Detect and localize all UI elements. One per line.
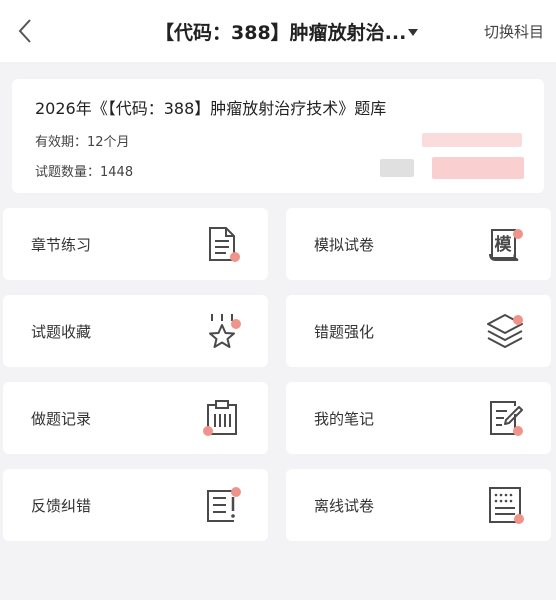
card-label: 反馈纠错 — [31, 497, 92, 515]
favorites-card[interactable]: 试题收藏 — [3, 295, 268, 367]
card-label: 模拟试卷 — [314, 236, 375, 254]
blurred-area — [432, 157, 524, 179]
question-bank-info-card: 2026年《【代码：388】肿瘤放射治疗技术》题库 有效期：12个月 试题数量：… — [12, 79, 544, 193]
page-title[interactable]: 【代码：388】肿瘤放射治... — [155, 18, 406, 45]
scroll-exam-icon: 模 — [485, 224, 525, 264]
card-label: 章节练习 — [31, 236, 92, 254]
card-label: 离线试卷 — [314, 497, 375, 515]
question-count-text: 试题数量：1448 — [35, 165, 134, 180]
svg-text:模: 模 — [495, 234, 513, 255]
my-notes-card[interactable]: 我的笔记 — [286, 382, 551, 454]
blurred-area — [380, 159, 414, 177]
validity-text: 有效期：12个月 — [35, 135, 130, 150]
offline-paper-icon — [485, 485, 525, 525]
mock-exam-card[interactable]: 模拟试卷 模 — [286, 208, 551, 280]
note-edit-icon — [485, 398, 525, 438]
clipboard-icon — [202, 398, 242, 438]
practice-history-card[interactable]: 做题记录 — [3, 382, 268, 454]
wrong-questions-card[interactable]: 错题强化 — [286, 295, 551, 367]
chapter-practice-card[interactable]: 章节练习 — [3, 208, 268, 280]
card-label: 错题强化 — [314, 323, 375, 341]
top-bar: 【代码：388】肿瘤放射治... 切换科目 — [0, 0, 556, 62]
feedback-icon — [202, 485, 242, 525]
card-label: 试题收藏 — [31, 323, 92, 341]
card-label: 做题记录 — [31, 410, 92, 428]
document-icon — [202, 224, 242, 264]
card-label: 我的笔记 — [314, 410, 375, 428]
caret-down-icon[interactable] — [406, 24, 420, 36]
switch-subject-button[interactable]: 切换科目 — [484, 21, 544, 42]
star-icon — [202, 311, 242, 351]
question-bank-title: 2026年《【代码：388】肿瘤放射治疗技术》题库 — [35, 99, 387, 118]
offline-exam-card[interactable]: 离线试卷 — [286, 469, 551, 541]
blurred-area — [422, 133, 522, 147]
feedback-card[interactable]: 反馈纠错 — [3, 469, 268, 541]
chevron-left-icon[interactable] — [14, 16, 38, 46]
layers-icon — [485, 311, 525, 351]
